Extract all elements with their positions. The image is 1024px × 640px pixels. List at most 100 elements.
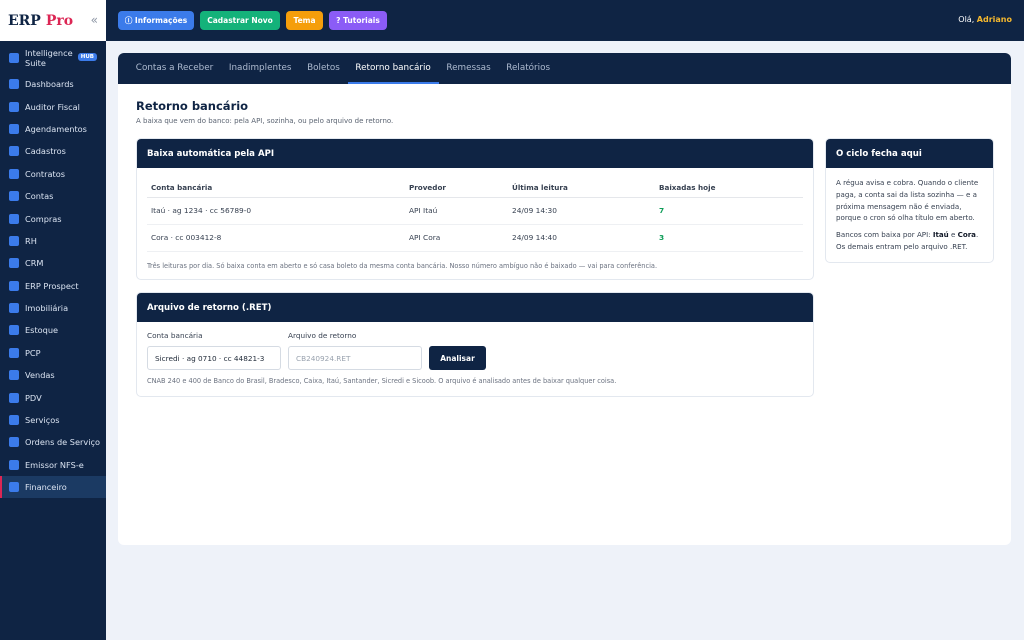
analyze-button[interactable]: Analisar (429, 346, 486, 370)
tab-remessas[interactable]: Remessas (439, 53, 499, 84)
sidebar-item-contas[interactable]: Contas (0, 185, 106, 207)
sidebar-item-label: PCP (25, 347, 41, 358)
sidebar-item-label: Estoque (25, 325, 59, 336)
sidebar-item-label: ERP Prospect (25, 280, 79, 291)
theme-button[interactable]: Tema (286, 11, 323, 30)
module-icon (9, 191, 19, 202)
sidebar-item-pcp[interactable]: PCP (0, 342, 106, 364)
sidebar-item-agendamentos[interactable]: Agendamentos (0, 118, 106, 140)
sidebar-item-intelligence-suite[interactable]: Intelligence Suite HUB (0, 44, 106, 72)
brand-logo[interactable]: ERP Pro « (0, 0, 106, 41)
sidebar-item-label: Cadastros (25, 146, 66, 157)
sidebar-item-dashboards[interactable]: Dashboards (0, 73, 106, 95)
bank-account-field[interactable] (147, 346, 281, 370)
sidebar-item-label: Intelligence Suite (25, 48, 73, 68)
sidebar-item-cadastros[interactable]: Cadastros (0, 140, 106, 162)
provider-cell: API Itaú (405, 197, 508, 225)
module-icon (9, 53, 19, 63)
sidebar-item-label: Emissor NFS-e (25, 459, 84, 470)
column-header: Provedor (405, 178, 508, 198)
sidebar-item-servicos[interactable]: Serviços (0, 409, 106, 431)
sidebar-item-label: Serviços (25, 415, 60, 426)
module-icon (9, 347, 19, 358)
api-banks-paragraph: Bancos com baixa por API: Itaú e Cora. O… (836, 229, 983, 253)
module-icon (9, 415, 19, 426)
return-file-field[interactable] (288, 346, 422, 370)
sidebar-item-pdv[interactable]: PDV (0, 386, 106, 408)
sidebar-item-compras[interactable]: Compras (0, 207, 106, 229)
tab-contas-a-receber[interactable]: Contas a Receber (128, 53, 221, 84)
sidebar-item-label: RH (25, 235, 37, 246)
module-icon (9, 146, 19, 157)
sidebar-item-vendas[interactable]: Vendas (0, 364, 106, 386)
sidebar-item-label: Contas (25, 191, 54, 202)
module-icon (9, 101, 19, 112)
settled-today-cell: 3 (655, 224, 803, 252)
api-auto-settlement-panel: Baixa automática pela API Conta bancária… (136, 138, 814, 280)
return-file-note: CNAB 240 e 400 de Banco do Brasil, Brade… (147, 377, 617, 385)
account-cell: Itaú · ag 1234 · cc 56789-0 (147, 197, 405, 225)
module-icon (9, 370, 19, 381)
finance-tabs: Contas a Receber Inadimplentes Boletos R… (118, 53, 1011, 84)
sidebar-item-rh[interactable]: RH (0, 230, 106, 252)
info-button[interactable]: ⓘ Informações (118, 11, 194, 30)
brand-erp-text: ERP (8, 12, 41, 29)
sidebar-item-contratos[interactable]: Contratos (0, 163, 106, 185)
sidebar-item-label: Dashboards (25, 79, 74, 90)
panel-title: O ciclo fecha aqui (826, 139, 993, 168)
tab-relatorios[interactable]: Relatórios (498, 53, 557, 84)
page-title: Retorno bancário (136, 99, 249, 113)
panel-title: Baixa automática pela API (137, 139, 813, 168)
brand-pro-text: Pro (45, 12, 74, 29)
cycle-info-paragraph: A régua avisa e cobra. Quando o cliente … (836, 178, 979, 223)
module-icon (9, 235, 19, 246)
module-icon (9, 258, 19, 269)
sidebar-item-imobiliaria[interactable]: Imobiliária (0, 297, 106, 319)
sidebar-item-financeiro[interactable]: Financeiro (0, 476, 106, 499)
user-name: Adriano (976, 15, 1012, 24)
sidebar-item-estoque[interactable]: Estoque (0, 319, 106, 341)
column-header: Baixadas hoje (655, 178, 803, 198)
module-icon (9, 437, 19, 448)
sidebar-nav: Intelligence Suite HUB Dashboards Audito… (0, 41, 106, 499)
last-read-cell: 24/09 14:40 (508, 224, 655, 252)
sidebar-item-label: Imobiliária (25, 303, 69, 314)
file-field-label: Arquivo de retorno (288, 331, 357, 340)
tab-boletos[interactable]: Boletos (299, 53, 347, 84)
settled-today-cell: 7 (655, 197, 803, 225)
sidebar-item-ordens-de-servico[interactable]: Ordens de Serviço (0, 431, 106, 453)
panel-title: Arquivo de retorno (.RET) (137, 293, 813, 322)
api-banks-prefix: Bancos com baixa por API: (836, 230, 931, 240)
cycle-info-panel: O ciclo fecha aqui A régua avisa e cobra… (825, 138, 994, 263)
module-icon (9, 123, 19, 134)
module-icon (9, 482, 19, 493)
sidebar-item-auditor-fiscal[interactable]: Auditor Fiscal (0, 95, 106, 117)
module-icon (9, 280, 19, 291)
column-header: Última leitura (508, 178, 655, 198)
collapse-sidebar-icon[interactable]: « (91, 13, 98, 27)
table-row: Itaú · ag 1234 · cc 56789-0 API Itaú 24/… (147, 197, 803, 225)
cycle-info-body: A régua avisa e cobra. Quando o cliente … (826, 168, 993, 253)
module-icon (9, 303, 19, 314)
table-header-row: Conta bancária Provedor Última leitura B… (147, 178, 803, 198)
sidebar-item-label: CRM (25, 258, 44, 269)
api-banks-and: e (950, 230, 956, 240)
module-icon (9, 459, 19, 470)
return-file-panel: Arquivo de retorno (.RET) Conta bancária… (136, 292, 814, 397)
tab-inadimplentes[interactable]: Inadimplentes (221, 53, 299, 84)
page-subtitle: A baixa que vem do banco: pela API, sozi… (136, 117, 394, 125)
add-new-button[interactable]: Cadastrar Novo (200, 11, 280, 30)
sidebar-item-label: Ordens de Serviço (25, 437, 101, 448)
user-greeting[interactable]: Olá, Adriano (958, 15, 1012, 24)
tutorials-button[interactable]: ? Tutoriais (329, 11, 387, 30)
module-icon (9, 213, 19, 224)
api-bank-cora: Cora (957, 230, 976, 240)
sidebar-item-label: PDV (25, 392, 42, 403)
sidebar-item-crm[interactable]: CRM (0, 252, 106, 274)
greeting-prefix: Olá, (958, 15, 975, 24)
sidebar-item-label: Compras (25, 213, 62, 224)
sidebar-item-emissor-nfse[interactable]: Emissor NFS-e (0, 454, 106, 476)
tab-retorno-bancario[interactable]: Retorno bancário (347, 53, 439, 84)
api-accounts-table: Conta bancária Provedor Última leitura B… (147, 178, 803, 252)
sidebar-item-erp-prospect[interactable]: ERP Prospect (0, 275, 106, 297)
